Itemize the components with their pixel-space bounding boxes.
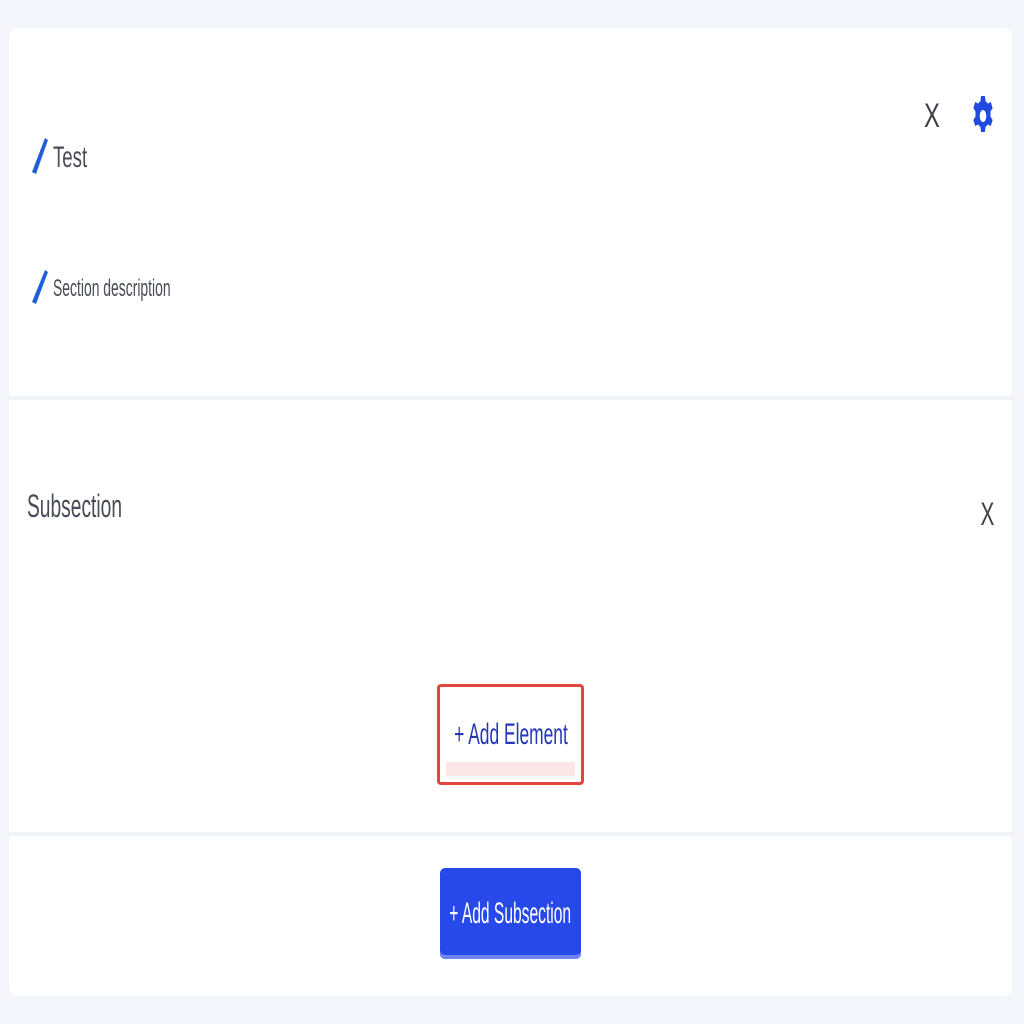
section-card: Test Section description X Subsection X: [9, 28, 1012, 996]
add-subsection-button[interactable]: + Add Subsection: [440, 868, 581, 959]
gear-icon[interactable]: [971, 92, 995, 140]
section-title-row[interactable]: Test: [31, 137, 108, 178]
pencil-icon[interactable]: [31, 134, 49, 183]
close-subsection-button[interactable]: X: [981, 494, 995, 534]
section-title[interactable]: Test: [53, 141, 87, 175]
add-element-button[interactable]: + Add Element: [437, 684, 584, 785]
section-description-row[interactable]: Section description: [31, 269, 256, 307]
pencil-icon[interactable]: [31, 267, 49, 312]
add-element-label: + Add Element: [453, 717, 568, 751]
close-section-button[interactable]: X: [923, 94, 941, 138]
section-header: Test Section description X: [9, 28, 1012, 400]
section-description[interactable]: Section description: [53, 275, 171, 303]
subsection-panel: Subsection X + Add Element: [9, 400, 1012, 836]
subsection-title: Subsection: [27, 488, 122, 524]
add-subsection-label: + Add Subsection: [449, 896, 572, 930]
